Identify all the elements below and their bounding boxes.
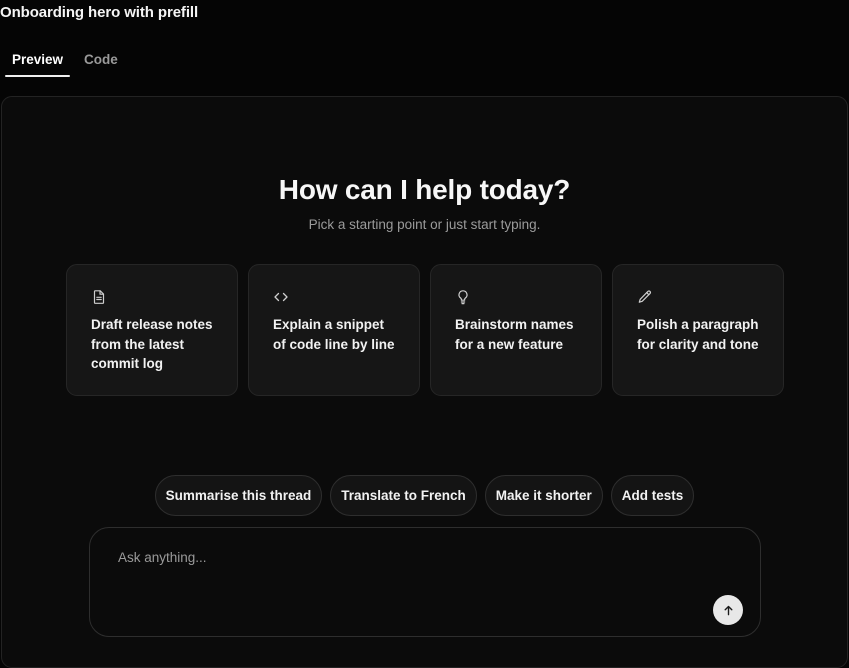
arrow-up-icon [723, 605, 734, 616]
lightbulb-icon [455, 289, 471, 305]
suggestion-card-polish[interactable]: Polish a paragraph for clarity and tone [612, 264, 784, 396]
composer [89, 527, 761, 637]
tab-bar: Preview Code [5, 50, 125, 77]
chip-translate-french[interactable]: Translate to French [330, 475, 477, 516]
suggestion-card-explain-code[interactable]: Explain a snippet of code line by line [248, 264, 420, 396]
page-title: Onboarding hero with prefill [0, 4, 199, 21]
chip-summarise-thread[interactable]: Summarise this thread [154, 475, 323, 516]
card-text: Brainstorm names for a new feature [455, 317, 574, 352]
send-button[interactable] [713, 595, 743, 625]
preview-panel: How can I help today? Pick a starting po… [1, 96, 848, 668]
pencil-icon [637, 289, 653, 305]
chip-make-shorter[interactable]: Make it shorter [484, 475, 603, 516]
card-text: Draft release notes from the latest comm… [91, 317, 213, 371]
ask-input[interactable] [118, 550, 718, 565]
tab-preview[interactable]: Preview [5, 50, 71, 77]
card-text: Polish a paragraph for clarity and tone [637, 317, 759, 352]
hero-title: How can I help today? [278, 174, 571, 205]
suggestion-card-brainstorm[interactable]: Brainstorm names for a new feature [430, 264, 602, 396]
suggestion-cards: Draft release notes from the latest comm… [66, 264, 784, 396]
suggestion-card-release-notes[interactable]: Draft release notes from the latest comm… [66, 264, 238, 396]
chip-add-tests[interactable]: Add tests [610, 475, 695, 516]
tab-code[interactable]: Code [77, 50, 125, 77]
document-icon [91, 289, 107, 305]
hero-subtitle: Pick a starting point or just start typi… [308, 217, 541, 232]
prefill-chips: Summarise this thread Translate to Frenc… [2, 475, 847, 516]
card-text: Explain a snippet of code line by line [273, 317, 395, 352]
code-icon [273, 289, 289, 305]
